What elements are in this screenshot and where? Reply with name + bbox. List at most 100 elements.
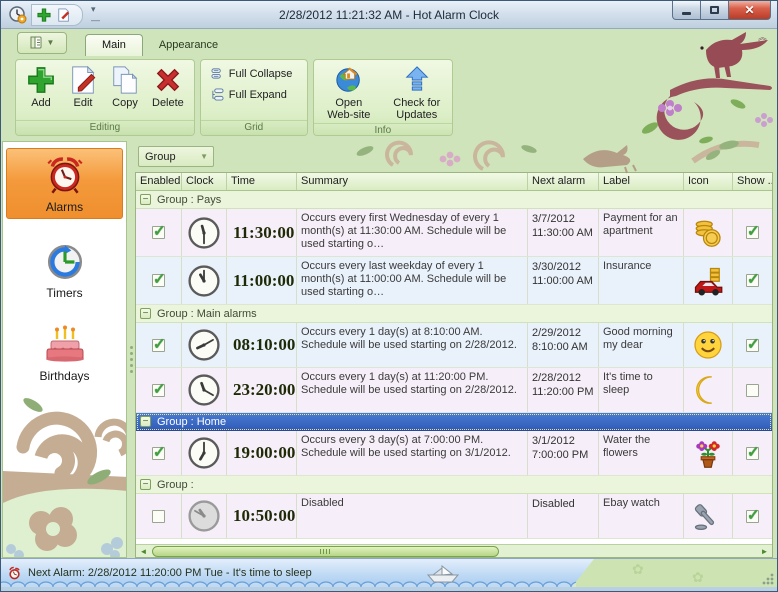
- group-row[interactable]: −Group :: [136, 476, 772, 494]
- table-row[interactable]: 10:50:00DisabledDisabledEbay watch: [136, 494, 772, 539]
- collapse-icon: [211, 67, 224, 80]
- quick-access-toolbar: [31, 4, 83, 26]
- timer-icon: [44, 241, 86, 283]
- group-label-info: Info: [314, 123, 452, 136]
- group-row[interactable]: −Group : Main alarms: [136, 305, 772, 323]
- column-header-icon[interactable]: Icon: [684, 173, 733, 190]
- label-cell: Water the flowers: [599, 431, 684, 475]
- copy-button[interactable]: Copy: [104, 63, 146, 111]
- maximize-icon: [710, 6, 719, 14]
- collapse-group-button[interactable]: −: [140, 416, 151, 427]
- show-checkbox[interactable]: [746, 226, 759, 239]
- sidebar-item-timers[interactable]: Timers: [6, 235, 123, 304]
- sidebar-item-birthdays[interactable]: Birthdays: [6, 318, 123, 387]
- ribbon-group-info: Open Web-site Check for Updates Info: [313, 59, 453, 136]
- collapse-group-button[interactable]: −: [140, 194, 151, 205]
- enabled-checkbox[interactable]: [152, 384, 165, 397]
- open-website-button[interactable]: Open Web-site: [318, 63, 380, 123]
- summary-cell: Occurs every last weekday of every 1 mon…: [297, 257, 528, 304]
- flower-decoration: ✿: [692, 569, 704, 586]
- ribbon: Add Edit Copy Delete Editing: [1, 56, 777, 141]
- column-header-summary[interactable]: Summary: [297, 173, 528, 190]
- column-header-time[interactable]: Time: [227, 173, 297, 190]
- next-alarm-cell: 3/1/2012 7:00:00 PM: [528, 431, 599, 475]
- table-row[interactable]: 11:00:00Occurs every last weekday of eve…: [136, 257, 772, 305]
- check-updates-button[interactable]: Check for Updates: [386, 63, 448, 123]
- show-checkbox[interactable]: [746, 384, 759, 397]
- quick-edit-button[interactable]: [54, 5, 74, 25]
- full-expand-button[interactable]: Full Expand: [211, 88, 293, 101]
- sidebar-splitter[interactable]: [127, 141, 135, 558]
- show-checkbox[interactable]: [746, 339, 759, 352]
- flourish-decoration: [333, 135, 763, 175]
- close-button[interactable]: ✕: [729, 1, 771, 20]
- menu-icon: [30, 36, 44, 49]
- ribbon-tab-row: ▼ Main Appearance ︽: [1, 29, 777, 56]
- edit-icon: [68, 65, 98, 95]
- sidebar-item-alarms[interactable]: Alarms: [6, 148, 123, 219]
- full-collapse-button[interactable]: Full Collapse: [211, 67, 293, 80]
- maximize-button[interactable]: [701, 1, 729, 20]
- clock-icon: [186, 498, 222, 534]
- scroll-right-icon[interactable]: ►: [758, 546, 771, 557]
- status-message: Next Alarm: 2/28/2012 11:20:00 PM Tue - …: [7, 566, 312, 581]
- group-title: Group : Home: [157, 416, 226, 428]
- resize-grip[interactable]: [761, 572, 774, 585]
- title-bar[interactable]: ▾— 2/28/2012 11:21:32 AM - Hot Alarm Clo…: [1, 1, 777, 29]
- summary-cell: Disabled: [297, 494, 528, 538]
- table-row[interactable]: 23:20:00Occurs every 1 day(s) at 11:20:0…: [136, 368, 772, 413]
- app-window: ▾— 2/28/2012 11:21:32 AM - Hot Alarm Clo…: [0, 0, 778, 592]
- edit-button[interactable]: Edit: [62, 63, 104, 111]
- qat-customize-button[interactable]: ▾—: [91, 4, 99, 25]
- scroll-left-icon[interactable]: ◄: [137, 546, 150, 557]
- column-header-clock[interactable]: Clock: [182, 173, 227, 190]
- enabled-checkbox[interactable]: [152, 274, 165, 287]
- minimize-ribbon-icon[interactable]: ︽: [758, 35, 767, 40]
- tab-main[interactable]: Main: [85, 34, 143, 56]
- table-row[interactable]: 19:00:00Occurs every 3 day(s) at 7:00:00…: [136, 431, 772, 476]
- collapse-group-button[interactable]: −: [140, 479, 151, 490]
- enabled-checkbox[interactable]: [152, 447, 165, 460]
- minimize-icon: [682, 12, 691, 15]
- window-title: 2/28/2012 11:21:32 AM - Hot Alarm Clock: [1, 8, 777, 22]
- group-row[interactable]: −Group : Pays: [136, 191, 772, 209]
- tab-appearance[interactable]: Appearance: [143, 35, 234, 56]
- summary-cell: Occurs every first Wednesday of every 1 …: [297, 209, 528, 256]
- enabled-checkbox[interactable]: [152, 226, 165, 239]
- show-checkbox[interactable]: [746, 510, 759, 523]
- enabled-checkbox[interactable]: [152, 510, 165, 523]
- next-alarm-cell: Disabled: [528, 494, 599, 538]
- alarm-clock-icon: [44, 155, 86, 197]
- edit-icon: [57, 8, 71, 22]
- time-cell: 11:00:00: [227, 257, 297, 304]
- table-row[interactable]: 11:30:00Occurs every first Wednesday of …: [136, 209, 772, 257]
- globe-icon: [334, 65, 364, 95]
- copy-icon: [110, 65, 140, 95]
- enabled-checkbox[interactable]: [152, 339, 165, 352]
- label-cell: It's time to sleep: [599, 368, 684, 412]
- group-by-combobox[interactable]: Group ▼: [138, 146, 214, 167]
- table-row[interactable]: 08:10:00Occurs every 1 day(s) at 8:10:00…: [136, 323, 772, 368]
- delete-button[interactable]: Delete: [146, 63, 190, 111]
- horizontal-scrollbar[interactable]: ◄ ►: [136, 544, 772, 557]
- column-header-enabled[interactable]: Enabled: [136, 173, 182, 190]
- scrollbar-track[interactable]: [150, 546, 758, 557]
- birthday-cake-icon: [43, 324, 87, 366]
- column-header-label[interactable]: Label: [599, 173, 684, 190]
- group-row[interactable]: −Group : Home: [136, 413, 772, 431]
- show-checkbox[interactable]: [746, 447, 759, 460]
- collapse-group-button[interactable]: −: [140, 308, 151, 319]
- clock-icon: [186, 263, 222, 299]
- group-by-value: Group: [145, 151, 176, 163]
- column-header-next-alarm[interactable]: Next alarm: [528, 173, 599, 190]
- minimize-button[interactable]: [672, 1, 701, 20]
- time-cell: 08:10:00: [227, 323, 297, 367]
- clock-icon: [186, 435, 222, 471]
- scrollbar-thumb[interactable]: [152, 546, 499, 557]
- application-menu-button[interactable]: ▼: [17, 32, 67, 54]
- alarm-clock-icon: [7, 566, 22, 581]
- show-checkbox[interactable]: [746, 274, 759, 287]
- quick-add-button[interactable]: [34, 5, 54, 25]
- column-header-show[interactable]: Show ...: [733, 173, 772, 190]
- add-button[interactable]: Add: [20, 63, 62, 111]
